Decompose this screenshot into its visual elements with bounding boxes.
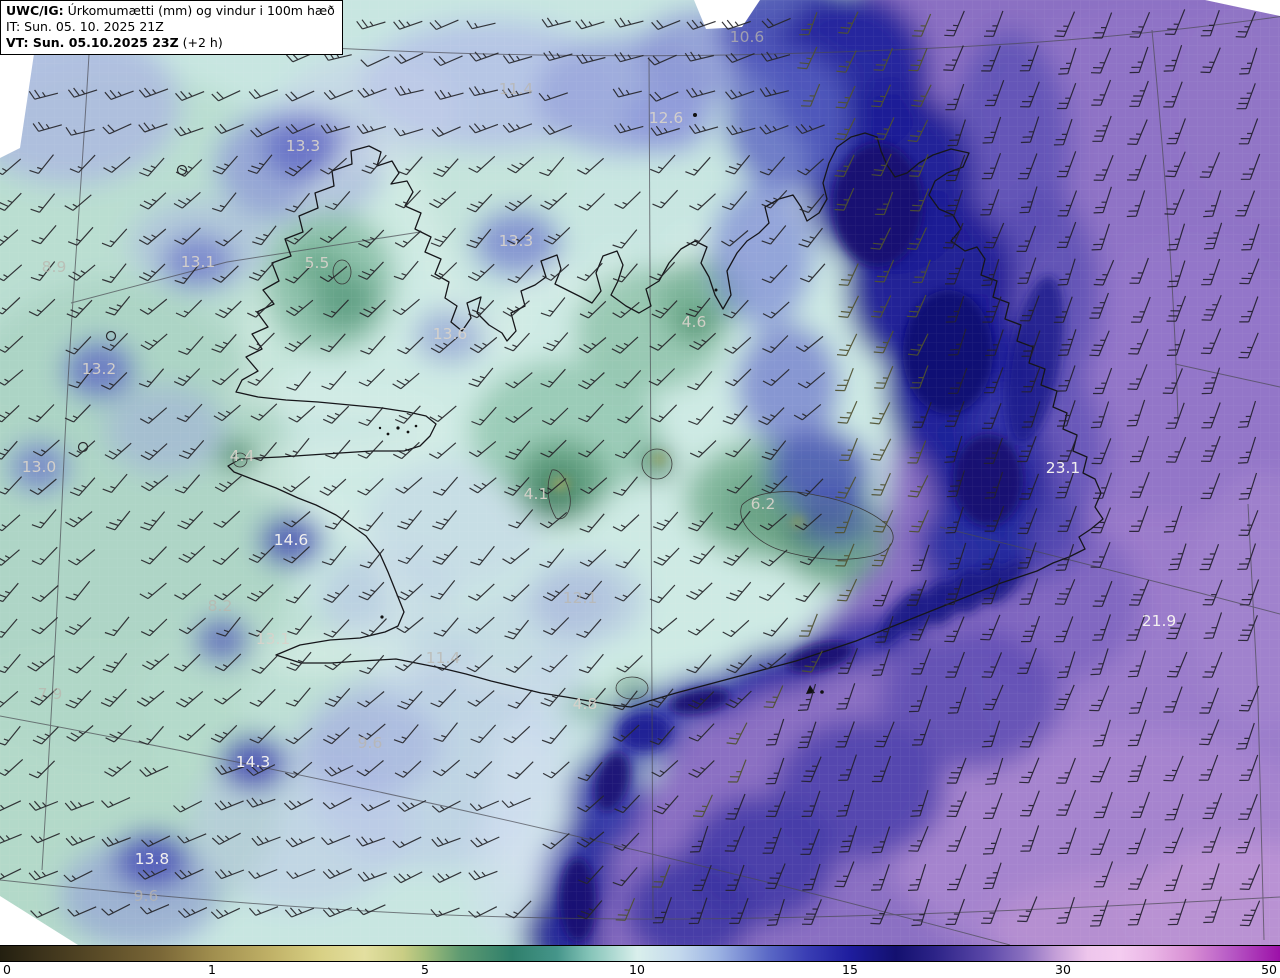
precip-value-label: 14.3 — [236, 753, 271, 771]
precip-value-label: 4.6 — [682, 313, 707, 331]
precip-value-label: 9.6 — [358, 734, 383, 752]
precip-value-label: 8.2 — [208, 597, 233, 615]
precip-value-label: 10.6 — [730, 28, 765, 46]
precip-value-label: 13.1 — [256, 630, 291, 648]
title-box: UWC/IG: Úrkomumætti (mm) og vindur i 100… — [0, 0, 343, 55]
precip-value-label: 6.2 — [751, 495, 776, 513]
title-line-valid: VT: Sun. 05.10.2025 23Z (+2 h) — [6, 35, 223, 50]
precip-value-label: 9.6 — [134, 887, 159, 905]
precip-value-label: 11.4 — [499, 80, 534, 98]
precip-value-label: 13.0 — [22, 458, 57, 476]
precip-value-label: 11.4 — [426, 649, 461, 667]
precip-value-label: 4.8 — [573, 695, 598, 713]
weather-map-screen: 10.6 11.4 12.6 13.3 13.3 13.1 5.5 8.9 13.6 4.6 13.… — [0, 0, 1280, 978]
precip-value-label: 7.9 — [38, 685, 63, 703]
precip-value-label: 13.1 — [181, 253, 216, 271]
precip-value-label: 5.5 — [305, 254, 330, 272]
glacier-drangajokull — [332, 259, 352, 285]
precip-value-label: 21.9 — [1142, 612, 1177, 630]
precip-value-label: 12.6 — [649, 109, 684, 127]
precip-value-label: 4.4 — [230, 447, 255, 465]
colorbar-tick-label: 1 — [208, 962, 216, 977]
precip-value-label: 13.6 — [433, 325, 468, 343]
glacier-myrdalsjokull — [615, 676, 649, 700]
colorbar-ticks: 0 1 5 10 15 30 50 — [0, 962, 1280, 978]
precip-value-label: 12.1 — [563, 589, 598, 607]
colorbar-tick-label: 5 — [421, 962, 429, 977]
map-svg: 10.6 11.4 12.6 13.3 13.3 13.1 5.5 8.9 13.6 4.6 13.… — [0, 0, 1280, 945]
precip-value-label: 14.6 — [274, 531, 309, 549]
title-line-product: UWC/IG: Úrkomumætti (mm) og vindur i 100… — [6, 3, 335, 18]
precip-colorbar: 0 1 5 10 15 30 50 — [0, 945, 1280, 978]
precip-value-label: 13.8 — [135, 850, 170, 868]
colorbar-tick-label: 0 — [3, 962, 11, 977]
colorbar-tick-label: 15 — [842, 962, 858, 977]
precip-value-label: 13.3 — [286, 137, 321, 155]
colorbar-tick-label: 30 — [1055, 962, 1071, 977]
product-code: UWC/IG: — [6, 3, 64, 18]
colorbar-gradient — [0, 945, 1280, 962]
glacier-hofsjokull — [641, 448, 673, 480]
title-line-init: IT: Sun. 05. 10. 2025 21Z — [6, 19, 164, 34]
precip-value-label: 4.1 — [524, 485, 549, 503]
raster-texture — [0, 0, 1280, 945]
colorbar-tick-label: 50 — [1261, 962, 1277, 977]
precip-value-label: 23.1 — [1046, 459, 1081, 477]
precip-value-label: 8.9 — [42, 258, 67, 276]
valid-time: VT: Sun. 05.10.2025 23Z — [6, 35, 179, 50]
colorbar-tick-label: 10 — [629, 962, 645, 977]
precip-value-label: 13.2 — [82, 360, 117, 378]
precip-value-label: 13.3 — [499, 232, 534, 250]
